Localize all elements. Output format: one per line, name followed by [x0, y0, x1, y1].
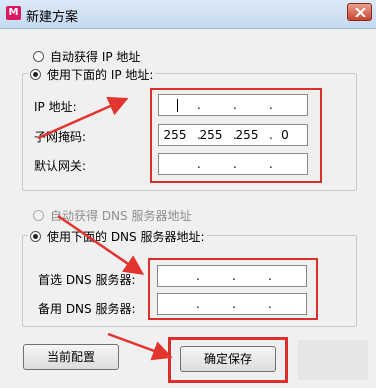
manual-dns-option[interactable]: 使用下面的 DNS 服务器地址: — [28, 228, 207, 245]
manual-ip-label: 使用下面的 IP 地址: — [47, 68, 154, 82]
manual-dns-radio[interactable] — [30, 231, 41, 242]
app-icon: M — [6, 6, 21, 20]
preferred-dns-label: 首选 DNS 服务器: — [38, 273, 136, 287]
auto-dns-radio[interactable] — [33, 210, 44, 221]
title-bar[interactable]: M 新建方案 — [0, 0, 376, 29]
auto-ip-radio[interactable] — [33, 51, 44, 62]
dns-highlight-box — [148, 258, 318, 320]
auto-ip-option[interactable]: 自动获得 IP 地址 — [33, 48, 140, 65]
close-icon — [355, 8, 366, 17]
subnet-label: 子网掩码: — [34, 130, 87, 144]
blurred-area — [298, 340, 368, 380]
alternate-dns-label: 备用 DNS 服务器: — [38, 302, 136, 316]
auto-dns-label: 自动获得 DNS 服务器地址 — [50, 209, 192, 223]
auto-ip-label: 自动获得 IP 地址 — [50, 50, 141, 64]
manual-ip-option[interactable]: 使用下面的 IP 地址: — [28, 66, 156, 83]
save-highlight-box — [168, 337, 288, 383]
gateway-label: 默认网关: — [34, 159, 87, 173]
ip-highlight-box — [150, 88, 322, 183]
manual-dns-label: 使用下面的 DNS 服务器地址: — [47, 230, 205, 244]
manual-ip-radio[interactable] — [30, 69, 41, 80]
window-title: 新建方案 — [26, 10, 79, 25]
dialog-window: M 新建方案 自动获得 IP 地址 使用下面的 IP 地址: IP 地址: . … — [0, 0, 376, 388]
auto-dns-option[interactable]: 自动获得 DNS 服务器地址 — [33, 207, 191, 224]
close-button[interactable] — [347, 3, 372, 21]
current-config-button[interactable]: 当前配置 — [23, 344, 119, 370]
ip-address-label: IP 地址: — [34, 100, 77, 114]
